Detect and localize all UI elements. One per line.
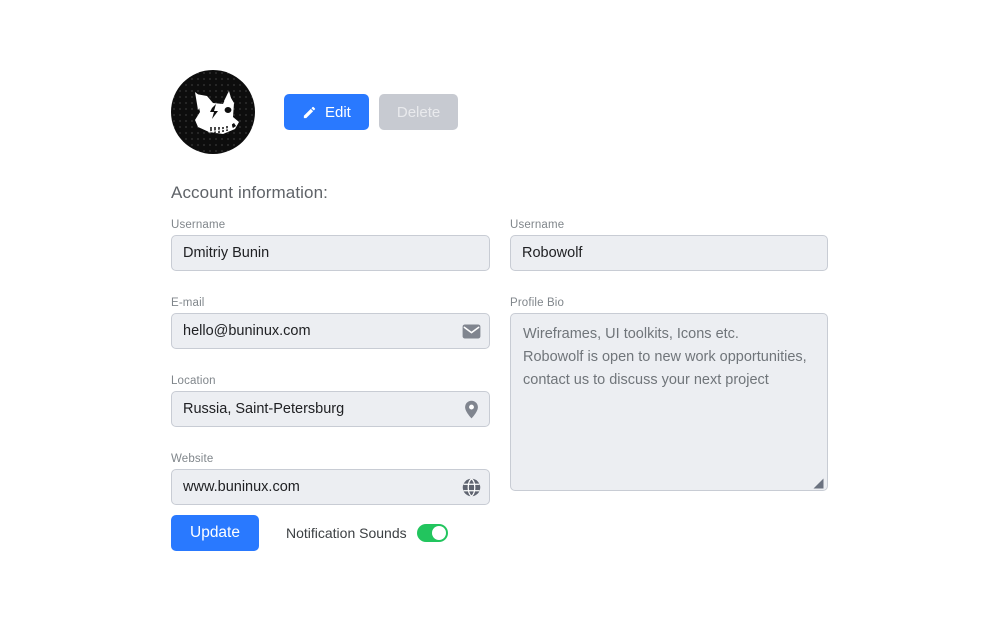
username-input[interactable]	[171, 235, 490, 271]
profile-bio-label: Profile Bio	[510, 297, 565, 309]
location-input-wrap	[171, 391, 490, 427]
location-input[interactable]	[171, 391, 490, 427]
update-button[interactable]: Update	[171, 515, 259, 551]
avatar-row: Edit Delete	[171, 62, 459, 162]
field-location: Location	[171, 375, 490, 427]
email-label: E-mail	[171, 297, 205, 309]
delete-avatar-button[interactable]: Delete	[378, 94, 459, 130]
field-username-left: Username	[171, 219, 490, 271]
location-label: Location	[171, 375, 216, 387]
avatar-actions: Edit Delete	[284, 94, 459, 130]
field-email: E-mail	[171, 297, 490, 349]
right-form-column: Username Profile Bio	[510, 219, 828, 491]
avatar[interactable]	[171, 70, 255, 154]
field-username-right: Username	[510, 219, 828, 271]
account-information-heading: Account information:	[171, 183, 328, 202]
website-label: Website	[171, 453, 214, 465]
edit-avatar-label: Edit	[325, 103, 351, 121]
profile-settings-page: Edit Delete Account information: Usernam…	[171, 0, 851, 625]
website-input[interactable]	[171, 469, 490, 505]
profile-bio-textarea[interactable]	[510, 313, 828, 491]
notification-sounds-toggle[interactable]	[416, 524, 448, 542]
field-website: Website	[171, 453, 490, 505]
edit-avatar-button[interactable]: Edit	[284, 94, 369, 130]
email-input[interactable]	[171, 313, 490, 349]
profile-username-label: Username	[510, 219, 565, 231]
wolf-head-icon	[195, 91, 239, 134]
pencil-icon	[302, 105, 317, 120]
username-input-wrap	[171, 235, 490, 271]
left-form-column: Username E-mail Location	[171, 219, 490, 505]
form-footer: Update Notification Sounds	[171, 515, 448, 551]
profile-username-input[interactable]	[510, 235, 828, 271]
field-profile-bio: Profile Bio	[510, 297, 828, 491]
notification-sounds-label: Notification Sounds	[285, 525, 407, 541]
profile-bio-wrap	[510, 313, 828, 491]
username-label: Username	[171, 219, 226, 231]
toggle-knob	[431, 526, 446, 540]
website-input-wrap	[171, 469, 490, 505]
email-input-wrap	[171, 313, 490, 349]
profile-username-input-wrap	[510, 235, 828, 271]
